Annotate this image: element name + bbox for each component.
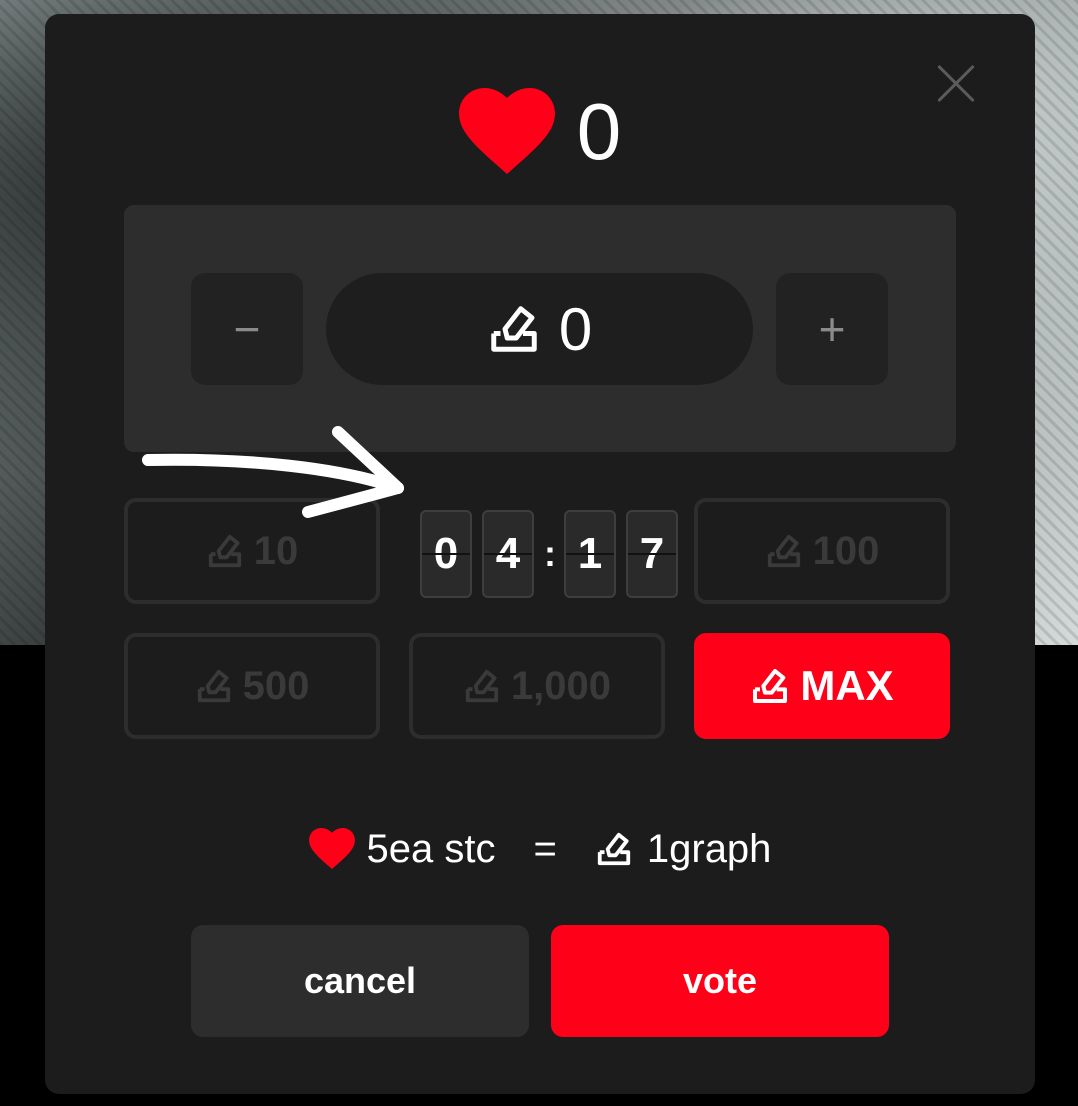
rate-right: 1graph: [646, 826, 772, 871]
increase-button[interactable]: +: [776, 273, 888, 385]
rate-equals: =: [533, 826, 557, 871]
heart-count: 0: [576, 87, 622, 176]
vote-modal: 0 − 0 + 10 100 500 1,000 MAX 0 4 : 1 7 5…: [45, 14, 1035, 1094]
preset-100-button[interactable]: 100: [694, 498, 950, 604]
timer-digit: 1: [564, 510, 616, 598]
heart-icon: [458, 88, 555, 176]
preset-label: 10: [253, 528, 299, 573]
ballot-icon: [767, 534, 800, 568]
amount-value: 0: [558, 295, 593, 363]
preset-label: 1,000: [510, 663, 612, 708]
amount-display[interactable]: 0: [326, 273, 753, 385]
vote-button[interactable]: vote: [551, 925, 889, 1037]
annotation-arrow: [142, 426, 404, 518]
ballot-icon: [597, 832, 631, 866]
preset-label: MAX: [800, 662, 894, 709]
ballot-icon: [753, 669, 788, 703]
timer-digit: 7: [626, 510, 678, 598]
heart-header: 0: [45, 82, 1035, 182]
timer-digit: 4: [482, 510, 534, 598]
decrease-button[interactable]: −: [191, 273, 303, 385]
cancel-button[interactable]: cancel: [191, 925, 529, 1037]
preset-label: 100: [812, 528, 880, 573]
timer-separator: :: [544, 533, 556, 574]
ballot-icon: [465, 669, 499, 703]
countdown-timer: 0 4 : 1 7: [420, 509, 678, 599]
heart-icon: [308, 828, 355, 870]
ballot-icon: [208, 534, 241, 568]
preset-500-button[interactable]: 500: [124, 633, 380, 739]
preset-1000-button[interactable]: 1,000: [409, 633, 665, 739]
rate-left: 5ea stc: [366, 826, 496, 871]
timer-digit: 0: [420, 510, 472, 598]
preset-label: 500: [242, 663, 310, 708]
exchange-rate: 5ea stc = 1graph: [45, 819, 1035, 879]
ballot-icon: [197, 669, 230, 703]
ballot-icon: [491, 306, 537, 352]
preset-max-button[interactable]: MAX: [694, 633, 950, 739]
amount-panel: − 0 +: [124, 205, 956, 452]
